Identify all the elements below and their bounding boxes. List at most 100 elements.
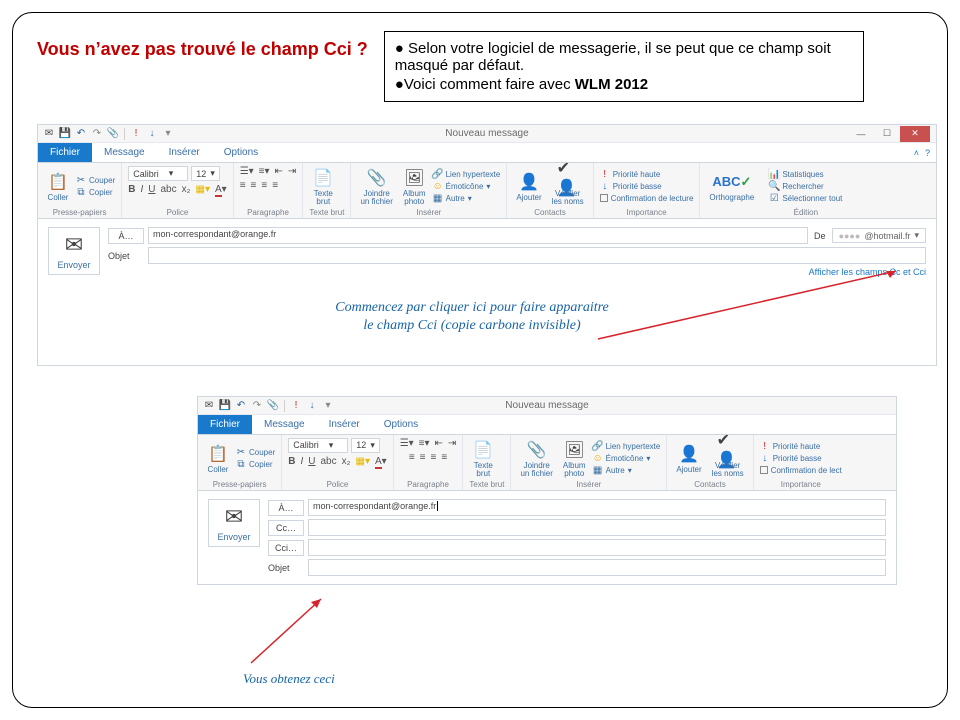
copy-button[interactable]: ⧉Copier <box>76 187 115 197</box>
priority-high-button[interactable]: !Priorité haute <box>600 170 694 180</box>
font-name-select[interactable]: Calibri▾ <box>128 166 188 181</box>
copy-button[interactable]: ⧉Copier <box>236 459 275 469</box>
ribbon-collapse-icon[interactable]: ˄ <box>914 148 919 158</box>
font-name-select[interactable]: Calibri▾ <box>288 438 348 453</box>
cut-button[interactable]: ✂Couper <box>236 447 275 457</box>
tab-inserer[interactable]: Insérer <box>317 415 372 434</box>
font-size-select[interactable]: 12▾ <box>191 166 220 181</box>
underline-button[interactable]: U <box>308 456 315 467</box>
font-size-select[interactable]: 12▾ <box>351 438 380 453</box>
check-names-button[interactable]: ✔👤Vérifier les noms <box>709 438 747 479</box>
to-button[interactable]: À… <box>268 500 304 516</box>
align-center-button[interactable]: ≡ <box>251 180 257 191</box>
close-button[interactable]: ✕ <box>900 126 930 142</box>
attach-file-button[interactable]: 📎Joindre un fichier <box>357 166 395 207</box>
bcc-button[interactable]: Cci… <box>268 540 304 556</box>
photo-album-button[interactable]: 🖼Album photo <box>400 166 429 207</box>
undo-icon[interactable]: ↶ <box>76 129 86 139</box>
redo-icon[interactable]: ↷ <box>252 401 262 411</box>
bold-button[interactable]: B <box>128 184 135 195</box>
selectall-button[interactable]: ☑Sélectionner tout <box>769 193 842 203</box>
maximize-button[interactable]: ☐ <box>874 126 900 142</box>
send-button[interactable]: ✉ Envoyer <box>208 499 260 547</box>
paste-button[interactable]: 📋Coller <box>44 170 72 203</box>
to-field[interactable]: mon-correspondant@orange.fr <box>148 227 808 244</box>
qat-more-icon[interactable]: ▾ <box>163 129 173 139</box>
tab-fichier[interactable]: Fichier <box>198 415 252 434</box>
priority-high-icon[interactable]: ! <box>291 401 301 411</box>
subject-field[interactable] <box>148 247 926 264</box>
outdent-button[interactable]: ⇤ <box>275 166 283 177</box>
align-justify-button[interactable]: ≡ <box>272 180 278 191</box>
send-button[interactable]: ✉ Envoyer <box>48 227 100 275</box>
indent-button[interactable]: ⇥ <box>288 166 296 177</box>
save-icon[interactable]: 💾 <box>60 129 70 139</box>
emoticon-button[interactable]: ☺Émoticône▾ <box>433 181 501 191</box>
priority-low-button[interactable]: ↓Priorité basse <box>760 454 842 464</box>
highlight-button[interactable]: ▦▾ <box>196 184 210 195</box>
fontcolor-button[interactable]: A▾ <box>215 184 227 195</box>
to-button[interactable]: À… <box>108 228 144 244</box>
hyperlink-button[interactable]: 🔗Lien hypertexte <box>433 169 501 179</box>
numbering-button[interactable]: ≡▾ <box>259 166 270 177</box>
mail-body-area[interactable]: Commencez par cliquer ici pour faire app… <box>38 285 936 365</box>
to-field[interactable]: mon-correspondant@orange.fr <box>308 499 886 516</box>
attach-file-button[interactable]: 📎Joindre un fichier <box>517 438 555 479</box>
cc-button[interactable]: Cc… <box>268 520 304 536</box>
plaintext-button[interactable]: 📄Texte brut <box>309 166 337 207</box>
strike-button[interactable]: abc <box>321 456 337 467</box>
fontcolor-button[interactable]: A▾ <box>375 456 387 467</box>
priority-low-button[interactable]: ↓Priorité basse <box>600 182 694 192</box>
priority-high-icon[interactable]: ! <box>131 129 141 139</box>
italic-button[interactable]: I <box>140 184 143 195</box>
priority-low-icon[interactable]: ↓ <box>307 401 317 411</box>
subscript-button[interactable]: x₂ <box>342 456 351 467</box>
bullets-button[interactable]: ☰▾ <box>240 166 254 177</box>
attach-icon[interactable]: 📎 <box>268 401 278 411</box>
tab-options[interactable]: Options <box>212 143 270 162</box>
strike-button[interactable]: abc <box>161 184 177 195</box>
bcc-field[interactable] <box>308 539 886 556</box>
highlight-button[interactable]: ▦▾ <box>356 456 370 467</box>
add-contact-button[interactable]: 👤Ajouter <box>513 170 544 203</box>
cut-button[interactable]: ✂Couper <box>76 175 115 185</box>
redo-icon[interactable]: ↷ <box>92 129 102 139</box>
tab-message[interactable]: Message <box>252 415 317 434</box>
undo-icon[interactable]: ↶ <box>236 401 246 411</box>
show-cc-bcc-link[interactable]: Afficher les champs Cc et Cci <box>108 267 926 277</box>
minimize-button[interactable]: — <box>848 126 874 142</box>
bold-button[interactable]: B <box>288 456 295 467</box>
stats-button[interactable]: 📊Statistiques <box>769 169 842 179</box>
check-names-button[interactable]: ✔👤Vérifier les noms <box>549 166 587 207</box>
italic-button[interactable]: I <box>300 456 303 467</box>
emoticon-button[interactable]: ☺Émoticône▾ <box>593 453 661 463</box>
qat-more-icon[interactable]: ▾ <box>323 401 333 411</box>
plaintext-button[interactable]: 📄Texte brut <box>469 438 497 479</box>
tab-options[interactable]: Options <box>372 415 430 434</box>
subject-field[interactable] <box>308 559 886 576</box>
read-receipt-check[interactable]: Confirmation de lect <box>760 466 842 475</box>
find-button[interactable]: 🔍Rechercher <box>769 181 842 191</box>
read-receipt-check[interactable]: Confirmation de lecture <box>600 194 694 203</box>
attach-icon[interactable]: 📎 <box>108 129 118 139</box>
from-select[interactable]: ●●●●@hotmail.fr▾ <box>832 228 926 243</box>
tab-inserer[interactable]: Insérer <box>157 143 212 162</box>
help-icon[interactable]: ? <box>925 148 930 158</box>
priority-high-button[interactable]: !Priorité haute <box>760 442 842 452</box>
priority-low-icon[interactable]: ↓ <box>147 129 157 139</box>
hyperlink-button[interactable]: 🔗Lien hypertexte <box>593 441 661 451</box>
spellcheck-button[interactable]: ABC✓Orthographe <box>706 170 757 203</box>
subscript-button[interactable]: x₂ <box>182 184 191 195</box>
underline-button[interactable]: U <box>148 184 155 195</box>
other-insert-button[interactable]: ▦Autre▾ <box>593 465 661 475</box>
cc-field[interactable] <box>308 519 886 536</box>
add-contact-button[interactable]: 👤Ajouter <box>673 442 704 475</box>
align-left-button[interactable]: ≡ <box>240 180 246 191</box>
other-insert-button[interactable]: ▦Autre▾ <box>433 193 501 203</box>
align-right-button[interactable]: ≡ <box>261 180 267 191</box>
tab-fichier[interactable]: Fichier <box>38 143 92 162</box>
tab-message[interactable]: Message <box>92 143 157 162</box>
save-icon[interactable]: 💾 <box>220 401 230 411</box>
paste-button[interactable]: 📋Coller <box>204 442 232 475</box>
photo-album-button[interactable]: 🖼Album photo <box>560 438 589 479</box>
